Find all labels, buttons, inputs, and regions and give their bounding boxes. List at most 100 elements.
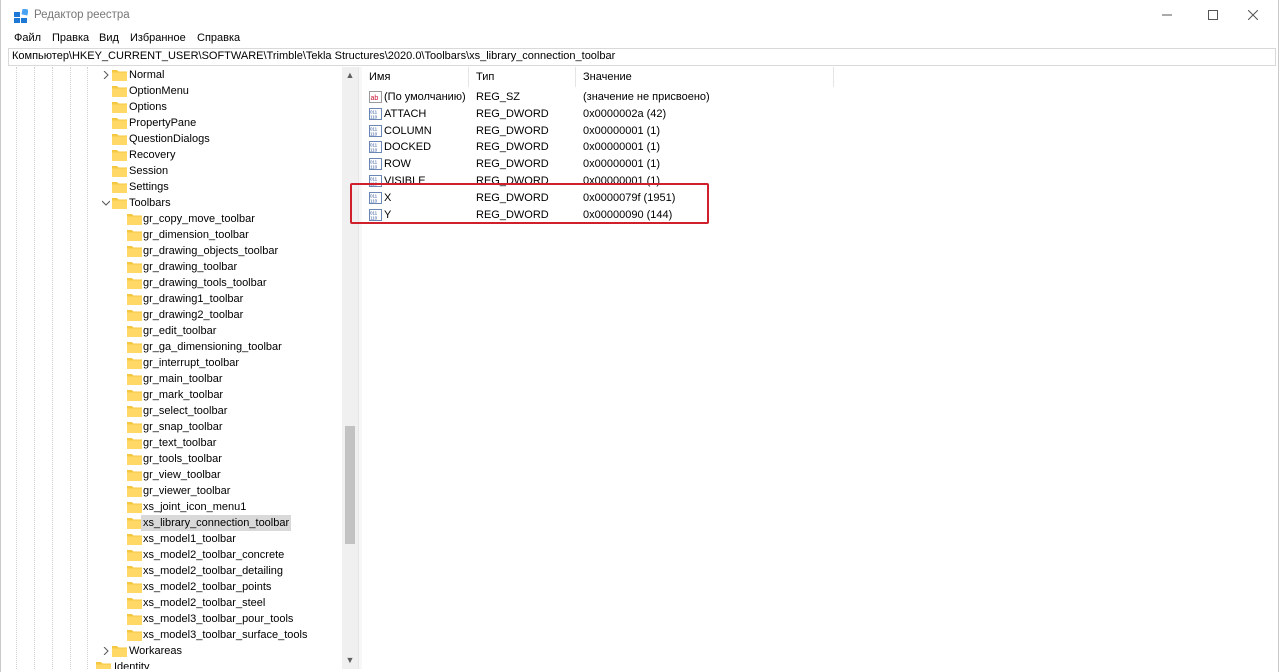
value-row[interactable]: 011 110 DOCKED REG_DWORD 0x00000001 (1) <box>362 139 962 156</box>
folder-icon <box>127 405 142 417</box>
value-name: ATTACH <box>384 107 427 120</box>
folder-icon <box>112 149 127 161</box>
tree-item-label: xs_model2_toolbar_concrete <box>143 549 285 561</box>
tree-item[interactable]: xs_library_connection_toolbar <box>8 515 343 531</box>
maximize-icon <box>1208 10 1218 20</box>
svg-text:110: 110 <box>370 114 378 119</box>
folder-icon <box>127 597 142 609</box>
folder-icon <box>127 325 142 337</box>
tree-item[interactable]: xs_model2_toolbar_points <box>8 579 343 595</box>
tree-item[interactable]: Session <box>8 163 343 179</box>
chevron-down-icon[interactable] <box>100 195 112 211</box>
menu-edit[interactable]: Правка <box>52 32 89 44</box>
tree-item[interactable]: xs_model1_toolbar <box>8 531 343 547</box>
tree-item[interactable]: xs_model3_toolbar_surface_tools <box>8 627 343 643</box>
tree-item[interactable]: OptionMenu <box>8 83 343 99</box>
tree-item[interactable]: PropertyPane <box>8 115 343 131</box>
chevron-right-icon[interactable] <box>100 67 112 83</box>
folder-icon <box>127 293 142 305</box>
column-header-name[interactable]: Имя <box>362 67 469 87</box>
scroll-down-icon[interactable]: ▼ <box>342 653 358 667</box>
close-button[interactable] <box>1230 0 1276 30</box>
tree-item[interactable]: gr_select_toolbar <box>8 403 343 419</box>
folder-icon <box>112 101 127 113</box>
tree-item[interactable]: gr_drawing2_toolbar <box>8 307 343 323</box>
tree-item[interactable]: Toolbars <box>8 195 343 211</box>
tree-item[interactable]: gr_drawing_tools_toolbar <box>8 275 343 291</box>
tree-item-label: OptionMenu <box>129 85 189 97</box>
menu-view[interactable]: Вид <box>99 32 119 44</box>
value-data: 0x00000001 (1) <box>583 141 661 154</box>
tree-item-label: QuestionDialogs <box>129 133 210 145</box>
tree-item[interactable]: gr_tools_toolbar <box>8 451 343 467</box>
window-title: Редактор реестра <box>34 9 130 21</box>
tree-item[interactable]: gr_main_toolbar <box>8 371 343 387</box>
tree-item[interactable]: xs_model2_toolbar_detailing <box>8 563 343 579</box>
tree-item[interactable]: gr_edit_toolbar <box>8 323 343 339</box>
binary-value-icon: 011 110 <box>369 141 382 154</box>
tree-item-label: xs_model3_toolbar_surface_tools <box>143 629 308 641</box>
folder-icon <box>127 517 142 529</box>
tree-item[interactable]: Settings <box>8 179 343 195</box>
tree-item[interactable]: gr_mark_toolbar <box>8 387 343 403</box>
tree-item-label: xs_model2_toolbar_steel <box>143 597 266 609</box>
menu-help[interactable]: Справка <box>197 32 240 44</box>
value-row[interactable]: ab (По умолчанию) REG_SZ (значение не присв… <box>362 89 962 106</box>
tree-item-label: gr_snap_toolbar <box>143 421 223 433</box>
tree-item[interactable]: Identity <box>8 659 343 669</box>
tree-item-label: gr_edit_toolbar <box>143 325 217 337</box>
value-data: 0x0000002a (42) <box>583 107 667 120</box>
key-tree[interactable]: Normal OptionMenu Options PropertyPane Quest… <box>8 67 359 669</box>
value-name: (По умолчанию) <box>384 91 466 103</box>
tree-item[interactable]: gr_drawing_objects_toolbar <box>8 243 343 259</box>
tree-item[interactable]: gr_viewer_toolbar <box>8 483 343 499</box>
tree-item-label: gr_dimension_toolbar <box>143 229 249 241</box>
folder-icon <box>127 357 142 369</box>
value-row[interactable]: 011 110 ROW REG_DWORD 0x00000001 (1) <box>362 156 962 173</box>
folder-icon <box>127 533 142 545</box>
tree-item[interactable]: gr_interrupt_toolbar <box>8 355 343 371</box>
tree-item[interactable]: gr_copy_move_toolbar <box>8 211 343 227</box>
column-header-type[interactable]: Тип <box>469 67 576 87</box>
tree-item[interactable]: gr_dimension_toolbar <box>8 227 343 243</box>
folder-icon <box>127 373 142 385</box>
value-row[interactable]: 011 110 COLUMN REG_DWORD 0x00000001 (1) <box>362 123 962 140</box>
tree-scroll-thumb[interactable] <box>345 426 355 544</box>
column-header-value[interactable]: Значение <box>576 67 834 87</box>
tree-item-label: gr_drawing_toolbar <box>143 261 238 273</box>
tree-item[interactable]: gr_snap_toolbar <box>8 419 343 435</box>
tree-item[interactable]: gr_drawing1_toolbar <box>8 291 343 307</box>
scroll-up-icon[interactable]: ▲ <box>342 68 358 82</box>
value-data: 0x00000001 (1) <box>583 124 661 137</box>
tree-item[interactable]: Normal <box>8 67 343 83</box>
tree-item-label: gr_drawing_objects_toolbar <box>143 245 279 257</box>
tree-item[interactable]: gr_ga_dimensioning_toolbar <box>8 339 343 355</box>
tree-item-label: Settings <box>129 181 169 193</box>
tree-item[interactable]: QuestionDialogs <box>8 131 343 147</box>
tree-item[interactable]: gr_text_toolbar <box>8 435 343 451</box>
window-edge-left <box>0 0 1 672</box>
tree-item-label: gr_interrupt_toolbar <box>143 357 240 369</box>
folder-icon <box>127 421 142 433</box>
tree-item[interactable]: Recovery <box>8 147 343 163</box>
menu-file[interactable]: Файл <box>14 32 41 44</box>
minimize-button[interactable] <box>1144 0 1190 30</box>
menu-bar: Файл Правка Вид Избранное Справка <box>0 30 1280 47</box>
tree-item[interactable]: xs_joint_icon_menu1 <box>8 499 343 515</box>
tree-item[interactable]: xs_model2_toolbar_steel <box>8 595 343 611</box>
value-row[interactable]: 011 110 ATTACH REG_DWORD 0x0000002a (42) <box>362 106 962 123</box>
value-data: 0x00000001 (1) <box>583 158 661 171</box>
tree-item[interactable]: xs_model3_toolbar_pour_tools <box>8 611 343 627</box>
menu-favorites[interactable]: Избранное <box>130 32 186 44</box>
tree-item[interactable]: Options <box>8 99 343 115</box>
chevron-right-icon[interactable] <box>100 643 112 659</box>
value-type: REG_SZ <box>476 91 521 103</box>
tree-item[interactable]: xs_model2_toolbar_concrete <box>8 547 343 563</box>
tree-scrollbar[interactable] <box>342 67 358 669</box>
tree-item[interactable]: gr_drawing_toolbar <box>8 259 343 275</box>
title-bar[interactable]: Редактор реестра <box>0 0 1280 30</box>
tree-item[interactable]: gr_view_toolbar <box>8 467 343 483</box>
values-list[interactable]: Имя Тип Значение ab (По умолчанию) REG_SZ (… <box>362 67 1274 669</box>
tree-item[interactable]: Workareas <box>8 643 343 659</box>
address-bar[interactable]: Компьютер\HKEY_CURRENT_USER\SOFTWARE\Tri… <box>8 48 1276 66</box>
